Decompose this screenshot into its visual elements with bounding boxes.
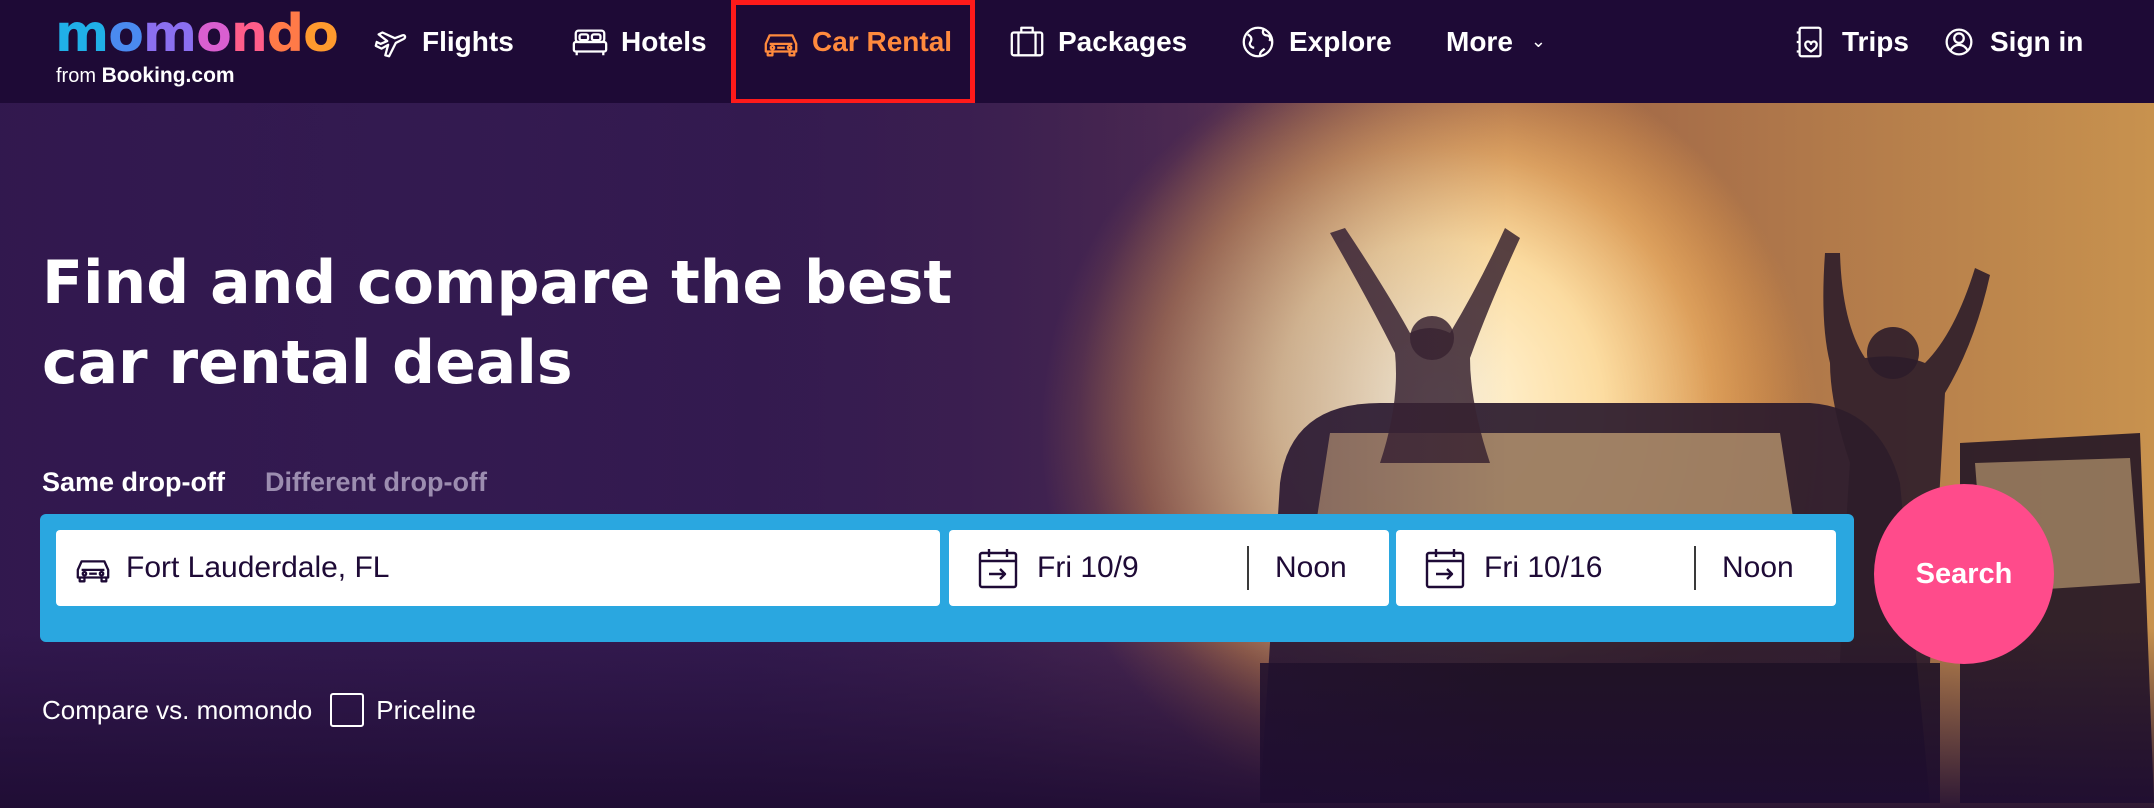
- nav-explore-label: Explore: [1289, 25, 1392, 57]
- plane-icon: [374, 30, 407, 57]
- calendar-icon: [1425, 549, 1465, 589]
- nav-hotels-label: Hotels: [621, 25, 707, 57]
- field-divider: [1247, 546, 1249, 590]
- pickup-date-value: Fri 10/9: [1037, 551, 1139, 584]
- nav-explore[interactable]: Explore: [1239, 0, 1392, 83]
- momondo-logo[interactable]: momondo from Booking.com: [55, 4, 339, 87]
- user-icon: [1945, 28, 1973, 55]
- dropoff-time-value[interactable]: Noon: [1722, 551, 1794, 585]
- nav-trips-label: Trips: [1842, 25, 1909, 57]
- globe-icon: [1242, 26, 1274, 57]
- car-search-form: Fort Lauderdale, FL Fri 10/9 Noon Fri 10…: [40, 514, 1854, 642]
- dropoff-date-value: Fri 10/16: [1484, 551, 1603, 584]
- dropoff-date-field[interactable]: Fri 10/16 Noon: [1396, 530, 1836, 606]
- chevron-down-icon: ⌄: [1530, 31, 1546, 51]
- trips-icon: [1796, 26, 1822, 57]
- suitcase-icon: [1010, 26, 1044, 56]
- calendar-icon: [978, 549, 1018, 589]
- pickup-time-value[interactable]: Noon: [1275, 551, 1347, 585]
- logo-subtitle: from Booking.com: [56, 64, 235, 87]
- nav-packages-label: Packages: [1058, 25, 1188, 57]
- nav-hotels[interactable]: Hotels: [571, 0, 707, 83]
- compare-label: Compare vs. momondo: [42, 694, 313, 725]
- logo-wordmark: momondo: [55, 4, 339, 64]
- nav-flights-label: Flights: [422, 25, 514, 57]
- nav-more-label: More: [1446, 25, 1513, 57]
- field-divider: [1694, 546, 1696, 590]
- nav-packages[interactable]: Packages: [1008, 0, 1187, 83]
- hero-section: Find and compare the best car rental dea…: [0, 103, 2154, 808]
- nav-trips[interactable]: Trips: [1792, 0, 1909, 83]
- nav-sign-in-label: Sign in: [1990, 25, 2084, 57]
- selection-highlight: [731, 0, 975, 104]
- pickup-location-value: Fort Lauderdale, FL: [126, 551, 390, 584]
- pickup-date-field[interactable]: Fri 10/9 Noon: [949, 530, 1389, 606]
- priceline-checkbox[interactable]: [330, 693, 365, 727]
- hero-headline: Find and compare the best car rental dea…: [42, 248, 953, 398]
- nav-flights[interactable]: Flights: [372, 0, 514, 83]
- nav-sign-in[interactable]: Sign in: [1940, 0, 2083, 83]
- search-button[interactable]: Search: [1874, 484, 2054, 664]
- compare-options: Compare vs. momondo Priceline: [42, 693, 476, 727]
- tab-different-dropoff[interactable]: Different drop-off: [265, 467, 487, 498]
- tab-same-dropoff[interactable]: Same drop-off: [42, 467, 225, 498]
- top-navigation: momondo from Booking.com Flights Hotels …: [0, 0, 2154, 104]
- bed-icon: [572, 28, 608, 55]
- priceline-label[interactable]: Priceline: [376, 695, 476, 726]
- car-icon: [76, 560, 110, 583]
- dropoff-mode-tabs: Same drop-off Different drop-off: [42, 467, 487, 498]
- pickup-location-input[interactable]: Fort Lauderdale, FL: [56, 530, 940, 606]
- nav-more[interactable]: More ⌄: [1446, 0, 1546, 83]
